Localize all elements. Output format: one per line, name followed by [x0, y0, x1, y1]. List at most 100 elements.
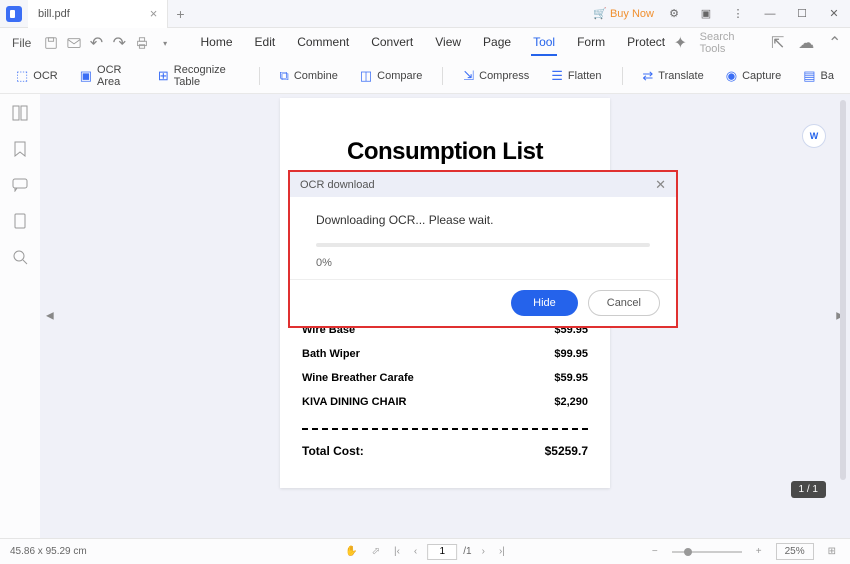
total-label: Total Cost:	[302, 444, 364, 458]
zoom-slider[interactable]	[672, 551, 742, 553]
maximize-button[interactable]: ☐	[790, 2, 814, 26]
app-logo	[0, 0, 28, 28]
next-page-icon[interactable]: ›	[478, 544, 489, 559]
cancel-button[interactable]: Cancel	[588, 290, 660, 316]
minimize-button[interactable]: —	[758, 2, 782, 26]
batch-button[interactable]: ▤Ba	[795, 64, 842, 88]
prev-page-icon[interactable]: ‹	[410, 544, 421, 559]
buy-now-label: Buy Now	[610, 8, 654, 20]
menu-protect[interactable]: Protect	[625, 30, 667, 56]
scrollbar[interactable]	[840, 100, 846, 480]
page-nav: ✋ ⬀ |‹ ‹ /1 › ›|	[341, 544, 509, 560]
separator	[259, 67, 260, 85]
dialog-close-icon[interactable]: ✕	[655, 177, 666, 193]
flatten-label: Flatten	[568, 70, 602, 82]
combine-button[interactable]: ⧉Combine	[272, 64, 346, 88]
notification-icon[interactable]: ▣	[694, 2, 718, 26]
attachment-icon[interactable]	[11, 212, 29, 230]
translate-label: Translate	[658, 70, 703, 82]
table-icon: ⊞	[158, 68, 169, 84]
compare-button[interactable]: ◫ Compare	[352, 64, 431, 88]
translate-button[interactable]: ⇄ Translate	[634, 64, 711, 88]
recognize-table-label: Recognize Table	[174, 64, 239, 88]
tool-toolbar: ⬚OCR ▣OCR Area ⊞ Recognize Table ⧉Combine…	[0, 58, 850, 94]
document-tab[interactable]: bill.pdf ×	[28, 0, 168, 28]
cart-icon: 🛒	[593, 7, 607, 20]
compress-icon: ⇲	[463, 68, 474, 84]
share-icon[interactable]: ⇱	[768, 33, 787, 53]
zoom-in-icon[interactable]: +	[752, 544, 766, 559]
compare-icon: ◫	[360, 68, 372, 84]
menu-form[interactable]: Form	[575, 30, 607, 56]
add-tab-button[interactable]: +	[168, 6, 192, 22]
menu-view[interactable]: View	[433, 30, 463, 56]
progress-percent: 0%	[290, 255, 676, 279]
menu-edit[interactable]: Edit	[253, 30, 278, 56]
page-number-input[interactable]	[427, 544, 457, 560]
redo-icon[interactable]: ↷	[110, 33, 129, 53]
page-indicator: 1 / 1	[791, 481, 826, 498]
capture-label: Capture	[742, 70, 781, 82]
comment-panel-icon[interactable]	[11, 176, 29, 194]
ocr-area-button[interactable]: ▣OCR Area	[72, 60, 144, 92]
last-page-icon[interactable]: ›|	[495, 544, 509, 559]
gift-icon[interactable]: ⚙	[662, 2, 686, 26]
dialog-header: OCR download ✕	[290, 172, 676, 197]
wand-icon[interactable]: ✦	[671, 33, 690, 53]
close-tab-icon[interactable]: ×	[150, 6, 158, 21]
doc-title: Consumption List	[302, 138, 588, 166]
hide-button[interactable]: Hide	[511, 290, 578, 316]
menu-page[interactable]: Page	[481, 30, 513, 56]
thumbnails-icon[interactable]	[11, 104, 29, 122]
translate-icon: ⇄	[642, 68, 653, 84]
file-menu[interactable]: File	[6, 32, 37, 54]
word-export-badge[interactable]: W	[802, 124, 826, 148]
more-icon[interactable]: ⋮	[726, 2, 750, 26]
item-name: Wine Breather Carafe	[302, 372, 414, 384]
status-bar: 45.86 x 95.29 cm ✋ ⬀ |‹ ‹ /1 › ›| − + 25…	[0, 538, 850, 564]
total-row: Total Cost: $5259.7	[302, 444, 588, 458]
collapse-icon[interactable]: ⌃	[825, 33, 844, 53]
hand-tool-icon[interactable]: ✋	[341, 544, 361, 559]
batch-label: Ba	[821, 70, 834, 82]
mail-icon[interactable]	[64, 33, 83, 53]
cursor-coords: 45.86 x 95.29 cm	[10, 546, 87, 557]
menu-home[interactable]: Home	[199, 30, 235, 56]
bookmark-icon[interactable]	[11, 140, 29, 158]
menu-tool[interactable]: Tool	[531, 30, 557, 56]
title-bar: bill.pdf × + 🛒 Buy Now ⚙ ▣ ⋮ — ☐ ✕	[0, 0, 850, 28]
ocr-button[interactable]: ⬚OCR	[8, 64, 66, 88]
chevron-down-icon[interactable]: ▾	[156, 33, 175, 53]
first-page-icon[interactable]: |‹	[390, 544, 404, 559]
buy-now-link[interactable]: 🛒 Buy Now	[593, 7, 654, 20]
total-value: $5259.7	[545, 444, 588, 458]
close-window-button[interactable]: ✕	[822, 2, 846, 26]
zoom-level[interactable]: 25%	[776, 543, 814, 560]
search-panel-icon[interactable]	[11, 248, 29, 266]
prev-page-arrow[interactable]: ◀	[46, 311, 54, 322]
compress-button[interactable]: ⇲ Compress	[455, 64, 537, 88]
undo-icon[interactable]: ↶	[87, 33, 106, 53]
menu-comment[interactable]: Comment	[295, 30, 351, 56]
compress-label: Compress	[479, 70, 529, 82]
menu-convert[interactable]: Convert	[369, 30, 415, 56]
menu-bar: File ↶ ↷ ▾ Home Edit Comment Convert Vie…	[0, 28, 850, 58]
flatten-button[interactable]: ☰Flatten	[543, 64, 609, 88]
progress-bar	[316, 243, 650, 247]
search-tools-input[interactable]: Search Tools	[700, 31, 759, 55]
ocr-label: OCR	[33, 70, 57, 82]
left-sidebar	[0, 94, 40, 538]
list-item: KIVA DINING CHAIR$2,290	[302, 390, 588, 414]
cloud-icon[interactable]: ☁	[797, 33, 816, 53]
compare-label: Compare	[377, 70, 422, 82]
save-icon[interactable]	[41, 33, 60, 53]
dialog-title: OCR download	[300, 179, 375, 191]
separator	[442, 67, 443, 85]
recognize-table-button[interactable]: ⊞ Recognize Table	[150, 60, 247, 92]
select-tool-icon[interactable]: ⬀	[368, 544, 384, 559]
divider	[302, 428, 588, 430]
zoom-out-icon[interactable]: −	[648, 544, 662, 559]
capture-button[interactable]: ◉Capture	[718, 64, 789, 88]
print-icon[interactable]	[133, 33, 152, 53]
fit-view-icon[interactable]: ⊞	[824, 544, 840, 559]
